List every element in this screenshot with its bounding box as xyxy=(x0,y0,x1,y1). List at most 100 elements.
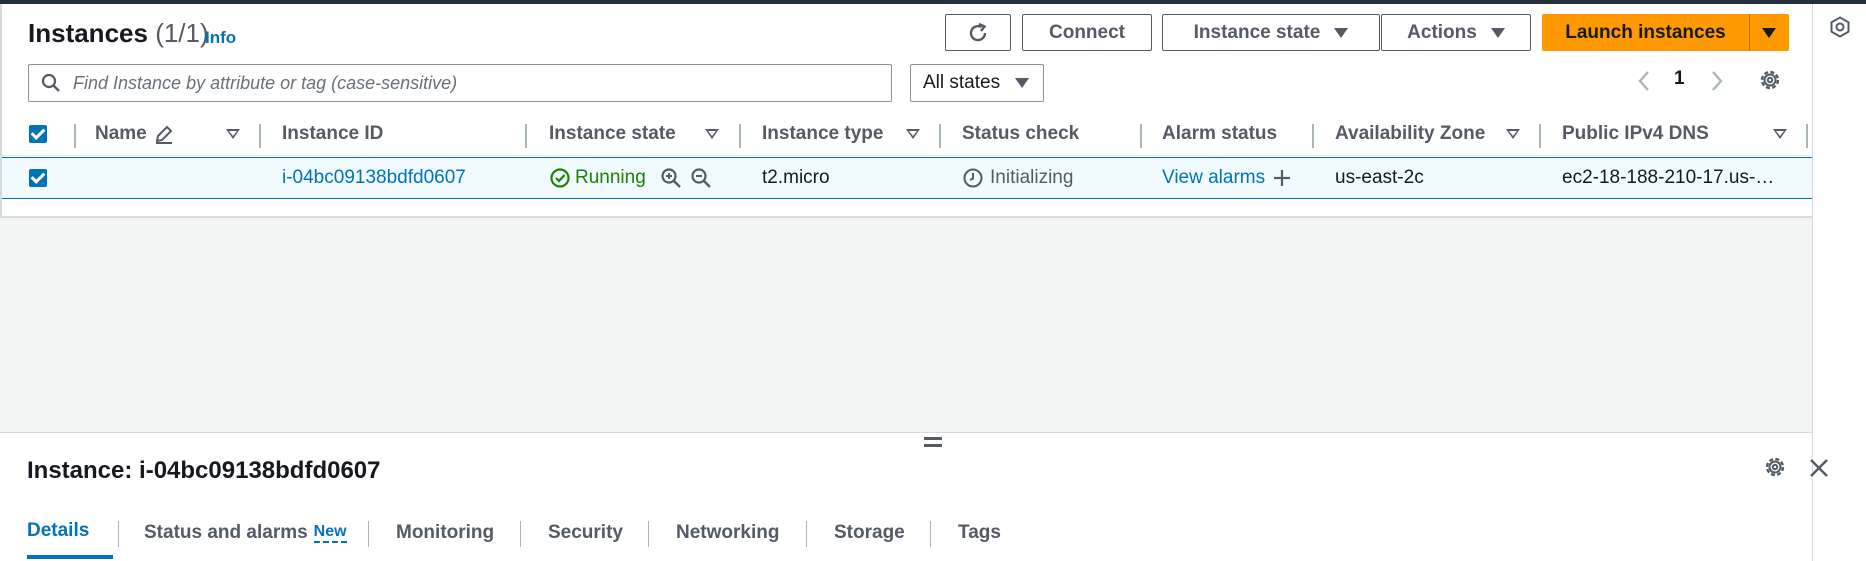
instance-state-value: Running xyxy=(575,167,646,188)
actions-label: Actions xyxy=(1407,21,1477,43)
column-header-alarm-status[interactable]: Alarm status xyxy=(1162,112,1277,156)
main-area: Instances (1/1) Info Connect Instance st… xyxy=(0,4,1812,432)
search-icon xyxy=(41,73,60,92)
column-label: Availability Zone xyxy=(1335,123,1486,144)
sort-caret-icon[interactable] xyxy=(1773,129,1787,139)
instances-panel: Instances (1/1) Info Connect Instance st… xyxy=(0,4,1812,218)
tab-monitoring[interactable]: Monitoring xyxy=(396,507,494,559)
tab-divider xyxy=(806,521,807,547)
column-header-availability-zone[interactable]: Availability Zone xyxy=(1335,112,1485,156)
caret-down-icon xyxy=(1762,27,1776,38)
search-input[interactable]: Find Instance by attribute or tag (case-… xyxy=(28,64,892,102)
tab-networking[interactable]: Networking xyxy=(676,507,779,559)
info-link[interactable]: Info xyxy=(205,28,236,48)
caret-down-icon xyxy=(1334,27,1349,38)
table-row[interactable]: i-04bc09138bdfd0607 Running t2.micro Ini… xyxy=(2,157,1812,199)
launch-instances-button[interactable]: Launch instances xyxy=(1542,14,1749,51)
details-title: Instance: i-04bc09138bdfd0607 xyxy=(27,457,381,484)
tab-status-and-alarms[interactable]: Status and alarms New xyxy=(144,507,347,559)
column-label: Public IPv4 DNS xyxy=(1562,123,1709,144)
caret-down-icon xyxy=(1015,78,1029,88)
column-divider xyxy=(74,124,76,148)
column-label: Instance ID xyxy=(282,123,384,144)
column-divider xyxy=(1539,124,1541,148)
title-text: Instances xyxy=(28,18,148,48)
tab-label: Security xyxy=(548,522,623,543)
check-circle-icon xyxy=(550,168,570,188)
column-divider xyxy=(939,124,941,148)
state-filter-select[interactable]: All states xyxy=(910,64,1044,102)
column-divider xyxy=(1140,124,1142,148)
column-header-instance-type[interactable]: Instance type xyxy=(762,112,883,156)
instance-type-cell: t2.micro xyxy=(762,167,830,188)
connect-button[interactable]: Connect xyxy=(1022,14,1152,51)
refresh-icon xyxy=(969,22,987,41)
alarm-status-cell: View alarms xyxy=(1162,158,1293,198)
column-header-public-ipv4-dns[interactable]: Public IPv4 DNS xyxy=(1562,112,1709,156)
refresh-button[interactable] xyxy=(945,14,1011,51)
column-divider xyxy=(525,124,527,148)
column-divider xyxy=(739,124,741,148)
state-filter-value: All states xyxy=(923,72,1001,93)
tab-divider xyxy=(368,521,369,547)
hexagon-help-icon[interactable] xyxy=(1829,16,1851,38)
launch-instances-split-dropdown[interactable] xyxy=(1749,14,1789,51)
search-placeholder: Find Instance by attribute or tag (case-… xyxy=(73,72,458,93)
column-header-name[interactable]: Name xyxy=(95,112,175,156)
tab-tags[interactable]: Tags xyxy=(958,507,1001,559)
status-check-value: Initializing xyxy=(990,167,1074,188)
details-pane: Instance: i-04bc09138bdfd0607 Details St… xyxy=(0,432,1828,561)
column-divider xyxy=(259,124,261,148)
tab-label: Networking xyxy=(676,522,780,543)
tab-divider xyxy=(520,521,521,547)
close-icon[interactable] xyxy=(1808,457,1830,479)
tab-storage[interactable]: Storage xyxy=(834,507,905,559)
new-badge: New xyxy=(313,523,347,543)
column-label: Instance type xyxy=(762,123,884,144)
tab-label: Status and alarms xyxy=(144,522,308,543)
current-page[interactable]: 1 xyxy=(1674,68,1685,90)
sort-caret-icon[interactable] xyxy=(705,129,719,139)
sort-caret-icon[interactable] xyxy=(1506,129,1520,139)
public-dns-cell: ec2-18-188-210-17.us-… xyxy=(1562,167,1775,188)
instance-id-cell: i-04bc09138bdfd0607 xyxy=(282,158,466,198)
tab-security[interactable]: Security xyxy=(548,507,623,559)
gear-icon[interactable] xyxy=(1758,68,1782,92)
zoom-in-icon[interactable] xyxy=(660,167,682,189)
column-header-instance-state[interactable]: Instance state xyxy=(549,112,676,156)
instance-state-cell: Running xyxy=(549,158,712,198)
resize-handle[interactable] xyxy=(924,437,942,447)
tab-divider xyxy=(118,521,119,547)
instance-state-dropdown[interactable]: Instance state xyxy=(1162,14,1380,51)
tab-divider xyxy=(648,521,649,547)
sort-caret-icon[interactable] xyxy=(226,129,240,139)
tab-details[interactable]: Details xyxy=(27,507,114,559)
tab-label: Details xyxy=(27,520,90,541)
column-label: Status check xyxy=(962,123,1080,144)
status-check-cell: Initializing xyxy=(962,158,1073,198)
row-checkbox[interactable] xyxy=(29,169,47,187)
column-divider xyxy=(1806,124,1808,148)
column-header-status-check[interactable]: Status check xyxy=(962,112,1079,156)
tab-label: Tags xyxy=(958,522,1001,543)
column-label: Alarm status xyxy=(1162,123,1278,144)
chevron-left-icon[interactable] xyxy=(1634,66,1654,96)
gear-icon[interactable] xyxy=(1763,455,1787,479)
chevron-right-icon[interactable] xyxy=(1707,66,1727,96)
page-title: Instances (1/1) xyxy=(28,18,209,49)
select-all-checkbox[interactable] xyxy=(29,125,47,143)
zoom-out-icon[interactable] xyxy=(690,167,712,189)
instance-state-label: Instance state xyxy=(1193,21,1321,43)
table-header: Name Instance ID Instance state Instance… xyxy=(2,112,1812,156)
column-label: Name xyxy=(95,123,147,144)
column-header-instance-id[interactable]: Instance ID xyxy=(282,112,383,156)
actions-dropdown[interactable]: Actions xyxy=(1381,14,1531,51)
sort-caret-icon[interactable] xyxy=(906,129,920,139)
tab-divider xyxy=(930,521,931,547)
plus-icon[interactable] xyxy=(1271,167,1293,189)
tab-label: Monitoring xyxy=(396,522,495,543)
selection-count: (1/1) xyxy=(155,18,209,48)
instance-id-link[interactable]: i-04bc09138bdfd0607 xyxy=(282,167,466,189)
view-alarms-link[interactable]: View alarms xyxy=(1162,167,1265,189)
tab-label: Storage xyxy=(834,522,905,543)
